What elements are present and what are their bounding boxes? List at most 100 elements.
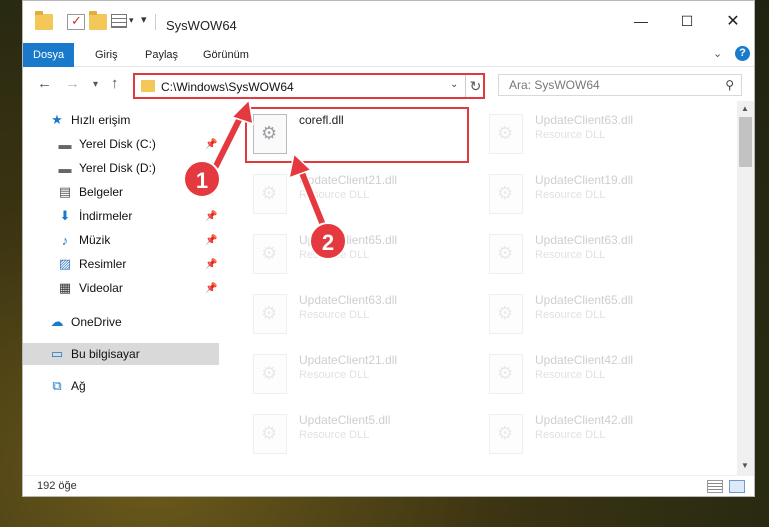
sidebar-item-onedrive[interactable]: ☁ OneDrive bbox=[23, 311, 219, 333]
dll-file-icon bbox=[253, 354, 287, 394]
tab-giris[interactable]: Giriş bbox=[85, 43, 128, 67]
sidebar-item-label: Belgeler bbox=[79, 185, 124, 199]
address-path[interactable]: C:\Windows\SysWOW64 bbox=[161, 80, 294, 94]
minimize-button[interactable]: — bbox=[618, 1, 664, 41]
file-tile[interactable]: UpdateClient42.dll Resource DLL bbox=[483, 349, 713, 399]
dll-file-icon bbox=[489, 234, 523, 274]
file-name: UpdateClient63.dll bbox=[299, 293, 398, 307]
pin-icon[interactable]: 📌 bbox=[205, 283, 217, 294]
sidebar-item-label: Videolar bbox=[79, 281, 123, 295]
tab-paylas[interactable]: Paylaş bbox=[135, 43, 188, 67]
tab-dosya[interactable]: Dosya bbox=[23, 43, 75, 67]
sidebar-item-downloads[interactable]: ⬇ İndirmeler 📌 bbox=[23, 205, 219, 227]
title-bar: ▾ ▾ SysWOW64 — ☐ ✕ bbox=[23, 1, 754, 41]
sidebar-item-local-disk-c[interactable]: ▬ Yerel Disk (C:) 📌 bbox=[23, 133, 219, 155]
dll-file-icon bbox=[253, 174, 287, 214]
file-tile[interactable]: UpdateClient5.dll Resource DLL bbox=[247, 409, 477, 459]
search-placeholder: Ara: SysWOW64 bbox=[509, 78, 600, 92]
drive-icon: ▬ bbox=[58, 160, 72, 176]
search-box[interactable]: Ara: SysWOW64 ⚲ bbox=[498, 74, 742, 96]
file-tile[interactable]: UpdateClient65.dll Resource DLL bbox=[247, 229, 477, 279]
file-name: UpdateClient5.dll bbox=[299, 413, 391, 427]
maximize-button[interactable]: ☐ bbox=[664, 1, 710, 41]
new-folder-icon[interactable] bbox=[89, 11, 107, 30]
file-tile[interactable]: UpdateClient19.dll Resource DLL bbox=[483, 169, 713, 219]
large-icons-view-icon[interactable] bbox=[729, 480, 745, 493]
recent-locations-icon[interactable]: ▾ bbox=[93, 79, 98, 90]
pin-icon[interactable]: 📌 bbox=[205, 235, 217, 246]
file-list: corefl.dll UpdateClient21.dll Resource D… bbox=[239, 105, 737, 463]
search-icon[interactable]: ⚲ bbox=[725, 78, 734, 92]
sidebar-item-label: Yerel Disk (C:) bbox=[79, 137, 156, 151]
network-icon: ⧉ bbox=[52, 378, 62, 393]
file-tile[interactable]: UpdateClient63.dll Resource DLL bbox=[483, 229, 713, 279]
file-tile[interactable]: UpdateClient21.dll Resource DLL bbox=[247, 349, 477, 399]
file-tile[interactable]: UpdateClient63.dll Resource DLL bbox=[247, 289, 477, 339]
video-icon: ▦ bbox=[58, 280, 72, 295]
file-tile[interactable]: UpdateClient42.dll Resource DLL bbox=[483, 409, 713, 459]
customize-icon[interactable] bbox=[111, 14, 127, 28]
window-title: SysWOW64 bbox=[166, 18, 237, 33]
file-description: Resource DLL bbox=[299, 309, 370, 321]
scroll-down-icon[interactable]: ▼ bbox=[741, 461, 749, 470]
help-icon[interactable]: ? bbox=[735, 46, 750, 61]
file-name: UpdateClient63.dll bbox=[535, 233, 634, 247]
ribbon-expand-icon[interactable]: ⌄ bbox=[713, 47, 722, 60]
sidebar-item-quick-access[interactable]: ★ Hızlı erişim bbox=[23, 109, 219, 131]
dll-file-icon bbox=[253, 414, 287, 454]
star-icon: ★ bbox=[51, 112, 63, 127]
sidebar-item-videos[interactable]: ▦ Videolar 📌 bbox=[23, 277, 219, 299]
refresh-icon[interactable]: ↻ bbox=[465, 75, 485, 97]
file-tile[interactable]: UpdateClient21.dll Resource DLL bbox=[247, 169, 477, 219]
folder-icon bbox=[141, 80, 155, 92]
sidebar-item-label: Yerel Disk (D:) bbox=[79, 161, 156, 175]
address-bar[interactable]: C:\Windows\SysWOW64 ⌄ ↻ bbox=[133, 73, 485, 99]
file-name: UpdateClient42.dll bbox=[535, 353, 634, 367]
back-arrow-icon[interactable]: ← bbox=[37, 75, 52, 92]
up-arrow-icon[interactable]: ↑ bbox=[111, 75, 119, 92]
details-view-icon[interactable] bbox=[707, 480, 723, 493]
selection-highlight-box bbox=[245, 107, 469, 163]
cloud-icon: ☁ bbox=[50, 314, 64, 329]
file-description: Resource DLL bbox=[535, 429, 606, 441]
explorer-window: ▾ ▾ SysWOW64 — ☐ ✕ Dosya Giriş Paylaş Gö… bbox=[22, 0, 755, 497]
file-name: UpdateClient42.dll bbox=[535, 413, 634, 427]
sidebar-item-this-pc[interactable]: ▭ Bu bilgisayar bbox=[23, 343, 219, 365]
file-description: Resource DLL bbox=[299, 429, 370, 441]
folder-icon bbox=[35, 11, 53, 30]
pin-icon[interactable]: 📌 bbox=[205, 139, 217, 150]
scroll-thumb[interactable] bbox=[739, 117, 752, 167]
file-name: UpdateClient65.dll bbox=[535, 293, 634, 307]
pin-icon[interactable]: 📌 bbox=[205, 211, 217, 222]
quick-access-dropdown-icon[interactable]: ▾ bbox=[141, 13, 147, 26]
sidebar-item-label: Ağ bbox=[71, 379, 86, 393]
chevron-down-icon[interactable]: ⌄ bbox=[450, 79, 458, 90]
pin-icon[interactable]: 📌 bbox=[205, 259, 217, 270]
title-separator bbox=[155, 14, 156, 30]
sidebar-item-pictures[interactable]: ▨ Resimler 📌 bbox=[23, 253, 219, 275]
file-description: Resource DLL bbox=[299, 369, 370, 381]
tab-gorunum[interactable]: Görünüm bbox=[193, 43, 259, 67]
file-tile[interactable]: UpdateClient65.dll Resource DLL bbox=[483, 289, 713, 339]
vertical-scrollbar[interactable]: ▲ ▼ bbox=[737, 101, 754, 475]
sidebar-item-network[interactable]: ⧉ Ağ bbox=[23, 375, 219, 397]
properties-check-icon[interactable] bbox=[67, 13, 85, 30]
sidebar-item-music[interactable]: ♪ Müzik 📌 bbox=[23, 229, 219, 251]
forward-arrow-icon[interactable]: → bbox=[65, 75, 80, 92]
music-icon: ♪ bbox=[61, 232, 69, 248]
ribbon-tabs: Dosya Giriş Paylaş Görünüm ⌄ ? bbox=[23, 43, 754, 67]
file-description: Resource DLL bbox=[535, 249, 606, 261]
dll-file-icon bbox=[489, 174, 523, 214]
file-description: Resource DLL bbox=[299, 189, 370, 201]
file-tile[interactable]: UpdateClient63.dll Resource DLL bbox=[483, 109, 713, 159]
file-description: Resource DLL bbox=[535, 369, 606, 381]
chevron-down-icon[interactable]: ▾ bbox=[129, 15, 134, 26]
scroll-up-icon[interactable]: ▲ bbox=[741, 104, 749, 113]
drive-icon: ▬ bbox=[58, 136, 72, 152]
close-button[interactable]: ✕ bbox=[710, 1, 754, 41]
navigation-pane: ★ Hızlı erişim ▬ Yerel Disk (C:) 📌 ▬ Yer… bbox=[23, 105, 219, 471]
file-name: UpdateClient21.dll bbox=[299, 353, 398, 367]
status-bar: 192 öğe bbox=[23, 475, 754, 496]
sidebar-item-label: OneDrive bbox=[71, 315, 122, 329]
file-description: Resource DLL bbox=[535, 189, 606, 201]
